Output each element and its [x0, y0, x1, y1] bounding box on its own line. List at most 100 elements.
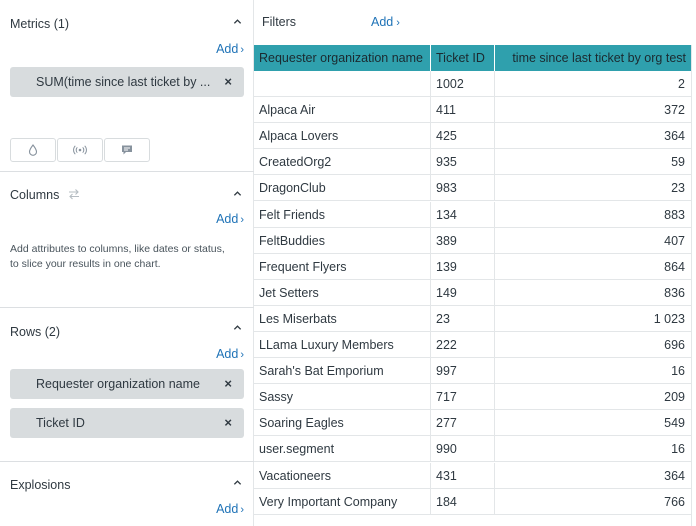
columns-title: Columns: [10, 188, 81, 202]
color-option-button[interactable]: [10, 138, 56, 162]
rows-section: Rows (2) Add › Requester organization nam…: [0, 308, 254, 462]
cell-time-since: 209: [664, 390, 685, 405]
cell-organization: Frequent Flyers: [254, 253, 431, 280]
cell-time-since: 696: [664, 338, 685, 352]
metrics-section: Metrics (1) Add › SUM(time since last tic…: [0, 0, 254, 172]
cell-organization: LLama Luxury Members: [254, 332, 431, 358]
cell-ticket-id: 389: [431, 227, 495, 254]
cell-ticket-id: 983: [431, 175, 495, 202]
row-pill-label: Requester organization name: [36, 377, 200, 391]
columns-hint: Add attributes to columns, like dates or…: [10, 243, 225, 270]
table-row: Felt Friends 134 883: [254, 201, 691, 228]
rows-add-button[interactable]: Add ›: [216, 347, 244, 361]
close-icon[interactable]: ×: [224, 415, 232, 430]
explosions-section: Explosions Add ›: [0, 462, 254, 526]
cell-organization: Alpaca Lovers: [254, 123, 431, 150]
table-row: Alpaca Lovers 425 364: [254, 123, 691, 150]
close-icon[interactable]: ×: [224, 74, 232, 89]
swap-arrows-icon[interactable]: [67, 188, 81, 200]
cell-organization: Very Important Company: [254, 488, 431, 515]
cell-ticket-id: 184: [431, 488, 495, 515]
cell-ticket-id: 425: [431, 123, 495, 150]
cell-ticket-id: 139: [431, 253, 495, 280]
table-row: Vacationeers 431 364: [254, 462, 691, 489]
table-row: Frequent Flyers 139 864: [254, 253, 691, 280]
cell-ticket-id: 277: [431, 410, 495, 437]
cell-ticket-id: 222: [431, 332, 495, 358]
cell-time-since: 836: [664, 285, 685, 300]
filters-add-button[interactable]: Add ›: [371, 15, 400, 29]
cell-time-since: 364: [664, 129, 685, 144]
cell-ticket-id: 23: [431, 305, 495, 332]
broadcast-option-button[interactable]: [57, 138, 103, 162]
cell-organization: [254, 71, 431, 97]
cell-ticket-id: 411: [431, 97, 495, 124]
chevron-up-icon[interactable]: [233, 323, 242, 332]
row-pill-label: Ticket ID: [36, 416, 85, 430]
table-row: Alpaca Air 411 372: [254, 97, 691, 124]
close-icon[interactable]: ×: [224, 376, 232, 391]
chevron-right-icon: ›: [240, 349, 244, 361]
cell-organization: Jet Setters: [254, 279, 431, 306]
explosions-title: Explosions: [10, 478, 71, 492]
rows-title: Rows (2): [10, 325, 61, 339]
cell-time-since: 864: [664, 259, 685, 274]
cell-organization: Sassy: [254, 384, 431, 411]
cell-ticket-id: 149: [431, 279, 495, 306]
table-row: Sassy 717 209: [254, 384, 691, 411]
cell-organization: DragonClub: [254, 175, 431, 202]
cell-time-since: 883: [664, 207, 685, 222]
broadcast-icon: [73, 145, 87, 155]
cell-organization: CreatedOrg2: [254, 149, 431, 176]
column-header-ticket-id[interactable]: Ticket ID: [431, 45, 495, 71]
table-row: Jet Setters 149 836: [254, 279, 691, 306]
metrics-title: Metrics (1): [10, 17, 70, 31]
cell-ticket-id: 990: [431, 436, 495, 463]
cell-time-since: 1 023: [653, 311, 685, 326]
cell-organization: Felt Friends: [254, 201, 431, 228]
metric-pill[interactable]: SUM(time since last ticket by ... ×: [10, 67, 244, 97]
droplet-icon: [28, 144, 38, 156]
column-header-time-since-last-ticket[interactable]: time since last ticket by org test: [495, 45, 691, 71]
table-row: Very Important Company 184 766: [254, 488, 691, 515]
row-pill-requester-organization[interactable]: Requester organization name ×: [10, 369, 244, 399]
cell-time-since: 59: [671, 155, 685, 170]
cell-time-since: 407: [664, 233, 685, 248]
explosions-add-button[interactable]: Add ›: [216, 502, 244, 516]
table-row: DragonClub 983 23: [254, 175, 691, 202]
metric-pill-label: SUM(time since last ticket by ...: [36, 75, 211, 89]
comment-option-button[interactable]: [104, 138, 150, 162]
column-header-requester-organization[interactable]: Requester organization name: [254, 45, 431, 71]
cell-organization: Vacationeers: [254, 462, 431, 489]
cell-ticket-id: 1002: [431, 71, 495, 97]
filters-label: Filters: [262, 15, 297, 29]
table-row: CreatedOrg2 935 59: [254, 149, 691, 176]
chevron-right-icon: ›: [240, 504, 244, 516]
metrics-add-button[interactable]: Add ›: [216, 42, 244, 56]
chevron-up-icon[interactable]: [233, 478, 242, 487]
table-row: Soaring Eagles 277 549: [254, 410, 691, 437]
row-pill-ticket-id[interactable]: Ticket ID ×: [10, 408, 244, 438]
cell-time-since: 549: [664, 416, 685, 431]
cell-organization: Sarah's Bat Emporium: [254, 358, 431, 385]
cell-organization: user.segment: [254, 436, 431, 463]
cell-organization: FeltBuddies: [254, 227, 431, 254]
columns-section: Columns Add › Add attributes to columns, …: [0, 172, 254, 308]
cell-ticket-id: 431: [431, 462, 495, 489]
table-right-border: [691, 45, 692, 526]
cell-organization: Alpaca Air: [254, 97, 431, 124]
cell-time-since: 372: [664, 103, 685, 118]
table-row: Les Miserbats 23 1 023: [254, 305, 691, 332]
chevron-up-icon[interactable]: [233, 189, 242, 198]
cell-ticket-id: 935: [431, 149, 495, 176]
chevron-up-icon[interactable]: [233, 17, 242, 26]
table-row: LLama Luxury Members 222 696: [254, 332, 691, 358]
table-row: 1002 2: [254, 71, 691, 97]
cell-ticket-id: 134: [431, 201, 495, 228]
chevron-right-icon: ›: [240, 214, 244, 226]
cell-ticket-id: 717: [431, 384, 495, 411]
cell-time-since: 364: [664, 468, 685, 483]
columns-add-button[interactable]: Add ›: [216, 212, 244, 226]
cell-time-since: 766: [664, 494, 685, 509]
left-panel: Metrics (1) Add › SUM(time since last tic…: [0, 0, 254, 526]
